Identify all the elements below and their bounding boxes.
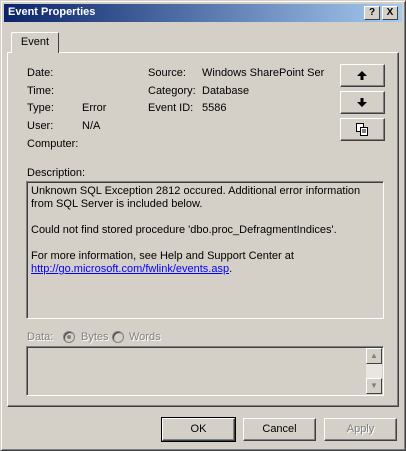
data-scrollbar[interactable]: ▲ ▼: [366, 348, 382, 394]
arrow-up-icon: [357, 71, 367, 80]
data-label: Data:: [27, 331, 54, 343]
apply-button[interactable]: Apply: [324, 418, 397, 441]
date-label: Date:: [27, 67, 54, 79]
ok-button[interactable]: OK: [161, 417, 236, 442]
time-label: Time:: [27, 85, 55, 97]
words-label: Words: [129, 331, 161, 343]
category-value: Database: [202, 85, 250, 97]
user-value: N/A: [82, 120, 101, 132]
type-label: Type:: [27, 102, 54, 114]
help-button[interactable]: ?: [364, 6, 380, 20]
event-properties-window: Event Properties ? X Event Date: Time: T…: [0, 0, 406, 451]
previous-event-button[interactable]: [340, 64, 385, 87]
copy-button[interactable]: [340, 118, 385, 141]
next-event-button[interactable]: [340, 91, 385, 114]
event-id-label: Event ID:: [148, 102, 194, 114]
scroll-up-icon[interactable]: ▲: [366, 348, 382, 364]
arrow-down-icon: [357, 98, 367, 107]
data-box[interactable]: ▲ ▼: [26, 346, 384, 396]
description-label: Description:: [27, 167, 86, 179]
bytes-radio[interactable]: [63, 331, 75, 343]
source-label: Source:: [148, 67, 186, 79]
computer-label: Computer:: [27, 138, 79, 150]
category-label: Category:: [148, 85, 196, 97]
words-radio[interactable]: [112, 331, 124, 343]
description-text-2: Could not find stored procedure 'dbo.pro…: [31, 224, 337, 236]
description-box[interactable]: Unknown SQL Exception 2812 occured. Addi…: [26, 181, 384, 319]
close-button[interactable]: X: [382, 6, 398, 20]
source-value: Windows SharePoint Ser: [202, 67, 325, 79]
link-suffix: .: [229, 263, 233, 275]
user-label: User:: [27, 120, 54, 132]
description-text-1: Unknown SQL Exception 2812 occured. Addi…: [31, 185, 361, 210]
type-value: Error: [82, 102, 107, 114]
scroll-down-icon[interactable]: ▼: [366, 378, 382, 394]
tab-event[interactable]: Event: [11, 32, 59, 53]
cancel-button[interactable]: Cancel: [243, 418, 316, 441]
bytes-label: Bytes: [81, 331, 109, 343]
window-title: Event Properties: [8, 6, 96, 18]
copy-icon: [356, 123, 368, 136]
description-text-3: For more information, see Help and Suppo…: [31, 250, 294, 262]
event-id-value: 5586: [202, 102, 227, 114]
title-bar: Event Properties ? X: [4, 4, 402, 22]
help-link[interactable]: http://go.microsoft.com/fwlink/events.as…: [31, 263, 229, 275]
